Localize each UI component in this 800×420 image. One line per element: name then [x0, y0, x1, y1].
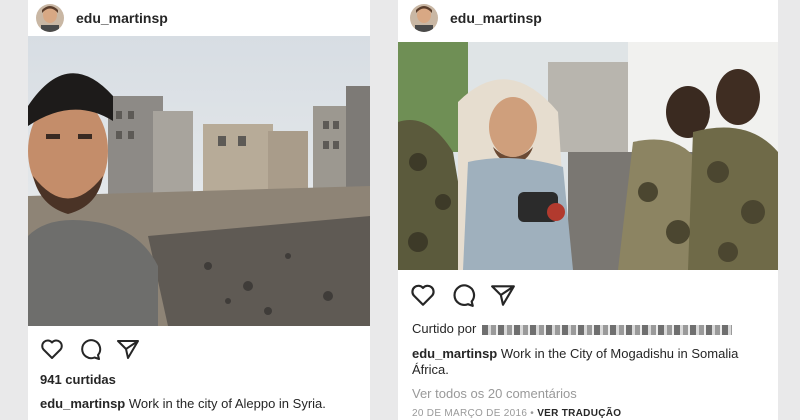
- comment-icon[interactable]: [450, 283, 476, 307]
- comment-icon[interactable]: [78, 338, 102, 360]
- share-icon[interactable]: [490, 283, 516, 307]
- liked-by-names-blurred: [482, 324, 733, 335]
- caption: edu_martinsp Work in the city of Aleppo …: [40, 396, 326, 411]
- avatar[interactable]: [36, 4, 64, 32]
- post-mogadishu: edu_martinsp Curtido por edu_martinsp Wo…: [398, 0, 778, 420]
- post-meta: 20 DE MARÇO DE 2016 • VER TRADUÇÃO: [412, 408, 621, 419]
- post-photo[interactable]: [28, 36, 370, 326]
- action-bar: [410, 283, 516, 307]
- share-icon[interactable]: [116, 338, 140, 360]
- liked-by: Curtido por: [412, 321, 733, 336]
- post-aleppo: edu_martinsp 941 curtidas edu_martinsp W…: [28, 0, 370, 420]
- caption-username[interactable]: edu_martinsp: [412, 346, 497, 361]
- meta-separator: •: [530, 408, 535, 419]
- liked-by-label: Curtido por: [412, 321, 477, 336]
- username[interactable]: edu_martinsp: [76, 10, 168, 26]
- post-photo[interactable]: [398, 42, 778, 270]
- heart-icon[interactable]: [40, 338, 64, 360]
- post-header: edu_martinsp: [28, 0, 370, 36]
- post-date: 20 DE MARÇO DE 2016: [412, 408, 528, 419]
- username[interactable]: edu_martinsp: [450, 10, 542, 26]
- likes-count[interactable]: 941 curtidas: [40, 372, 116, 387]
- action-bar: [40, 338, 140, 360]
- heart-icon[interactable]: [410, 283, 436, 307]
- see-translation-link[interactable]: VER TRADUÇÃO: [537, 408, 621, 419]
- caption-continued: África.: [412, 362, 449, 377]
- post-header: edu_martinsp: [398, 0, 778, 36]
- caption-username[interactable]: edu_martinsp: [40, 396, 125, 411]
- caption-text: Work in the city of Aleppo in Syria.: [125, 396, 326, 411]
- avatar[interactable]: [410, 4, 438, 32]
- caption-text: Work in the City of Mogadishu in Somalia: [497, 346, 739, 361]
- view-all-comments[interactable]: Ver todos os 20 comentários: [412, 386, 577, 401]
- caption: edu_martinsp Work in the City of Mogadis…: [412, 346, 738, 361]
